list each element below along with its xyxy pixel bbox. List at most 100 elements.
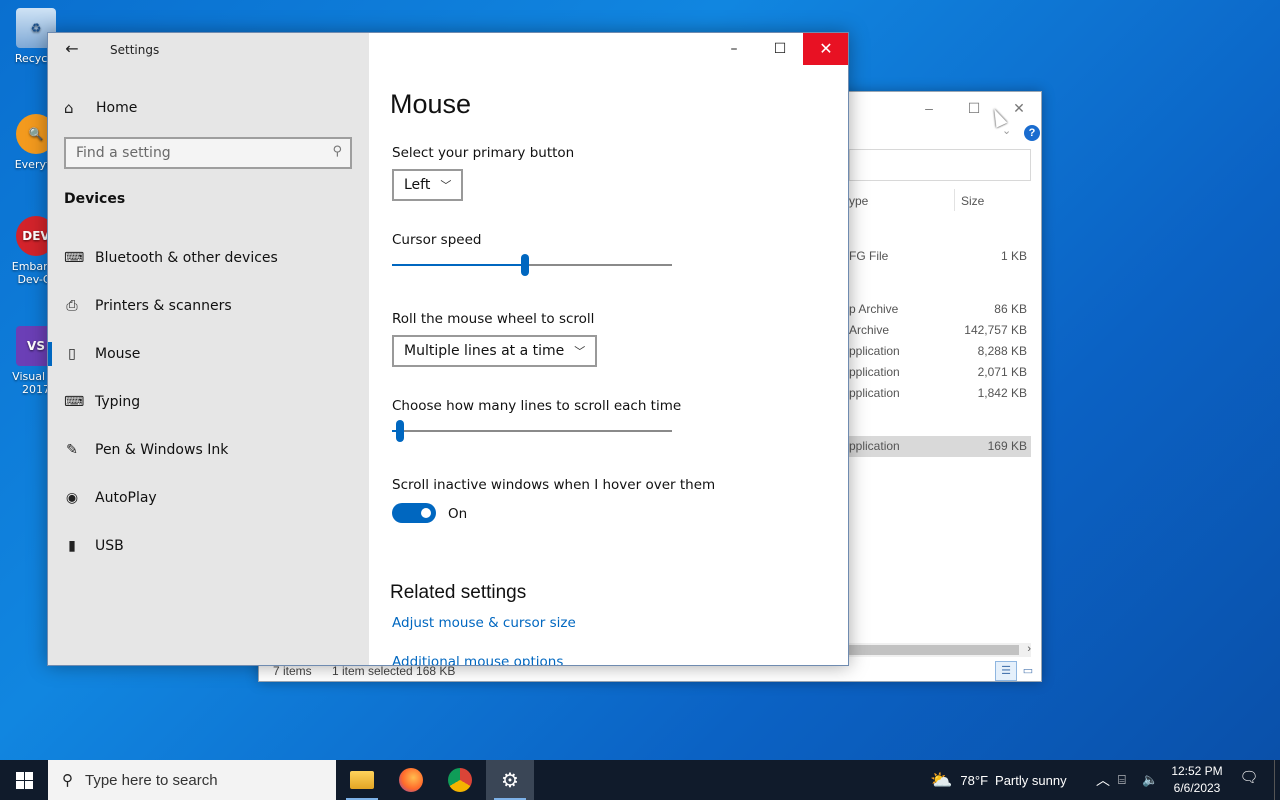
sidebar-item-autoplay[interactable]: ◉ AutoPlay xyxy=(48,478,369,518)
chevron-down-icon: ﹀ xyxy=(440,179,452,192)
sidebar-item-home[interactable]: ⌂ Home xyxy=(64,96,137,120)
hidden-icons-chevron-icon[interactable]: ︿ xyxy=(1096,760,1110,800)
adjust-cursor-size-link[interactable]: Adjust mouse & cursor size xyxy=(392,615,576,631)
file-type: pplication xyxy=(849,439,900,453)
taskbar-settings[interactable]: ⚙ xyxy=(486,760,534,800)
file-type: Archive xyxy=(849,323,890,337)
cursor-speed-label: Cursor speed xyxy=(392,232,482,248)
file-size: 8,288 KB xyxy=(977,344,1027,358)
search-icon: ⚲ xyxy=(62,772,73,789)
sidebar-item-bluetooth[interactable]: ⌨ Bluetooth & other devices xyxy=(48,238,369,278)
scrollbar-thumb[interactable] xyxy=(849,645,1019,655)
column-header-type[interactable]: ype xyxy=(849,194,868,208)
notifications-icon[interactable]: 🗨 xyxy=(1238,768,1260,790)
sidebar-item-label: Printers & scanners xyxy=(95,298,232,314)
details-view-icon[interactable]: ☰ xyxy=(995,661,1017,681)
scroll-lines-label: Choose how many lines to scroll each tim… xyxy=(392,398,682,414)
dropdown-value: Left xyxy=(404,177,431,193)
taskbar-file-explorer[interactable] xyxy=(338,760,386,800)
settings-icon: ⚙ xyxy=(501,769,519,792)
file-explorer-icon xyxy=(350,771,374,789)
additional-mouse-options-link[interactable]: Additional mouse options xyxy=(392,654,563,665)
file-type: FG File xyxy=(849,249,889,263)
start-button[interactable] xyxy=(0,760,48,800)
window-title: Settings xyxy=(110,43,160,57)
settings-content: Mouse Select your primary button Left ﹀ … xyxy=(369,33,848,665)
primary-button-dropdown[interactable]: Left ﹀ xyxy=(392,169,464,201)
chevron-down-icon: ﹀ xyxy=(574,345,586,358)
toggle-knob xyxy=(421,508,431,518)
file-row[interactable]: pplication 8,288 KB xyxy=(849,341,1031,362)
weather-temp: 78°F xyxy=(960,772,989,788)
sidebar-item-label: Pen & Windows Ink xyxy=(95,442,229,458)
related-settings-title: Related settings xyxy=(390,582,527,603)
file-row[interactable]: FG File 1 KB xyxy=(849,246,1031,267)
sidebar-item-mouse[interactable]: ▯ Mouse xyxy=(48,334,369,374)
file-size: 1,842 KB xyxy=(977,386,1027,400)
network-icon[interactable]: ⌸ xyxy=(1118,760,1126,800)
file-type: pplication xyxy=(849,386,900,400)
file-row-selected[interactable]: pplication 169 KB xyxy=(849,436,1031,457)
status-item-count: 7 items xyxy=(273,664,312,678)
system-clock[interactable]: 12:52 PM 6/6/2023 xyxy=(1166,763,1228,797)
close-button[interactable]: ✕ xyxy=(1004,98,1034,118)
toggle-state-label: On xyxy=(448,506,468,522)
sidebar-item-label: Bluetooth & other devices xyxy=(95,250,278,266)
minimize-button[interactable]: – xyxy=(914,98,944,118)
printer-icon: ⎙ xyxy=(66,298,78,314)
slider-thumb[interactable] xyxy=(521,254,529,276)
keyboard-icon: ⌨ xyxy=(64,394,85,410)
file-row[interactable]: p Archive 86 KB xyxy=(849,299,1031,320)
file-size: 2,071 KB xyxy=(977,365,1027,379)
usb-icon: ▮ xyxy=(68,538,76,554)
taskbar-firefox[interactable] xyxy=(387,760,435,800)
search-icon[interactable]: ⚲ xyxy=(332,144,342,159)
slider-track xyxy=(392,430,672,432)
pen-icon: ✎ xyxy=(66,442,78,458)
show-desktop-button[interactable] xyxy=(1274,760,1280,800)
sidebar-item-usb[interactable]: ▮ USB xyxy=(48,526,369,566)
page-title: Mouse xyxy=(390,89,472,119)
search-placeholder: Find a setting xyxy=(76,145,171,161)
scroll-inactive-toggle[interactable] xyxy=(392,503,436,523)
horizontal-scrollbar[interactable]: › xyxy=(849,643,1031,657)
sidebar-item-pen[interactable]: ✎ Pen & Windows Ink xyxy=(48,430,369,470)
column-header-size[interactable]: Size xyxy=(961,194,984,208)
settings-window[interactable]: ← Settings – ☐ ✕ ⌂ Home Find a setting ⚲… xyxy=(47,32,849,666)
chevron-down-icon[interactable]: ⌄ xyxy=(1002,124,1011,137)
scroll-lines-slider[interactable] xyxy=(392,420,672,442)
chevron-right-icon[interactable]: › xyxy=(1027,643,1031,655)
slider-thumb[interactable] xyxy=(396,420,404,442)
file-row[interactable]: pplication 2,071 KB xyxy=(849,362,1031,383)
help-icon[interactable]: ? xyxy=(1024,125,1040,141)
maximize-button[interactable]: ☐ xyxy=(959,98,989,118)
sidebar-item-printers[interactable]: ⎙ Printers & scanners xyxy=(48,286,369,326)
file-row[interactable]: Archive 142,757 KB xyxy=(849,320,1031,341)
file-row[interactable]: pplication 1,842 KB xyxy=(849,383,1031,404)
column-divider[interactable] xyxy=(954,189,955,211)
wheel-scroll-dropdown[interactable]: Multiple lines at a time ﹀ xyxy=(392,335,598,367)
find-setting-input[interactable]: Find a setting ⚲ xyxy=(64,137,352,169)
cursor-speed-slider[interactable] xyxy=(392,254,672,276)
taskbar-search-box[interactable]: ⚲ Type here to search xyxy=(48,760,336,800)
file-type: p Archive xyxy=(849,302,899,316)
file-type: pplication xyxy=(849,344,900,358)
weather-text: Partly sunny xyxy=(995,772,1067,788)
sidebar-item-label: Typing xyxy=(95,394,141,410)
weather-widget[interactable]: ⛅ 78°F Partly sunny xyxy=(930,760,1067,800)
sidebar-item-label: Home xyxy=(96,100,138,116)
file-type: pplication xyxy=(849,365,900,379)
status-selection: 1 item selected 168 KB xyxy=(332,664,456,678)
large-icons-view-icon[interactable]: ▭ xyxy=(1017,661,1039,681)
volume-muted-icon[interactable]: 🔈 xyxy=(1142,760,1158,800)
file-size: 142,757 KB xyxy=(964,323,1027,337)
search-box[interactable] xyxy=(849,149,1031,181)
search-placeholder: Type here to search xyxy=(85,771,218,789)
back-arrow-icon[interactable]: ← xyxy=(58,39,86,61)
home-icon: ⌂ xyxy=(64,99,74,117)
dropdown-value: Multiple lines at a time xyxy=(404,343,565,359)
bluetooth-icon: ⌨ xyxy=(64,250,85,266)
sidebar-item-typing[interactable]: ⌨ Typing xyxy=(48,382,369,422)
windows-logo-icon xyxy=(15,771,33,789)
taskbar-chrome[interactable] xyxy=(436,760,484,800)
